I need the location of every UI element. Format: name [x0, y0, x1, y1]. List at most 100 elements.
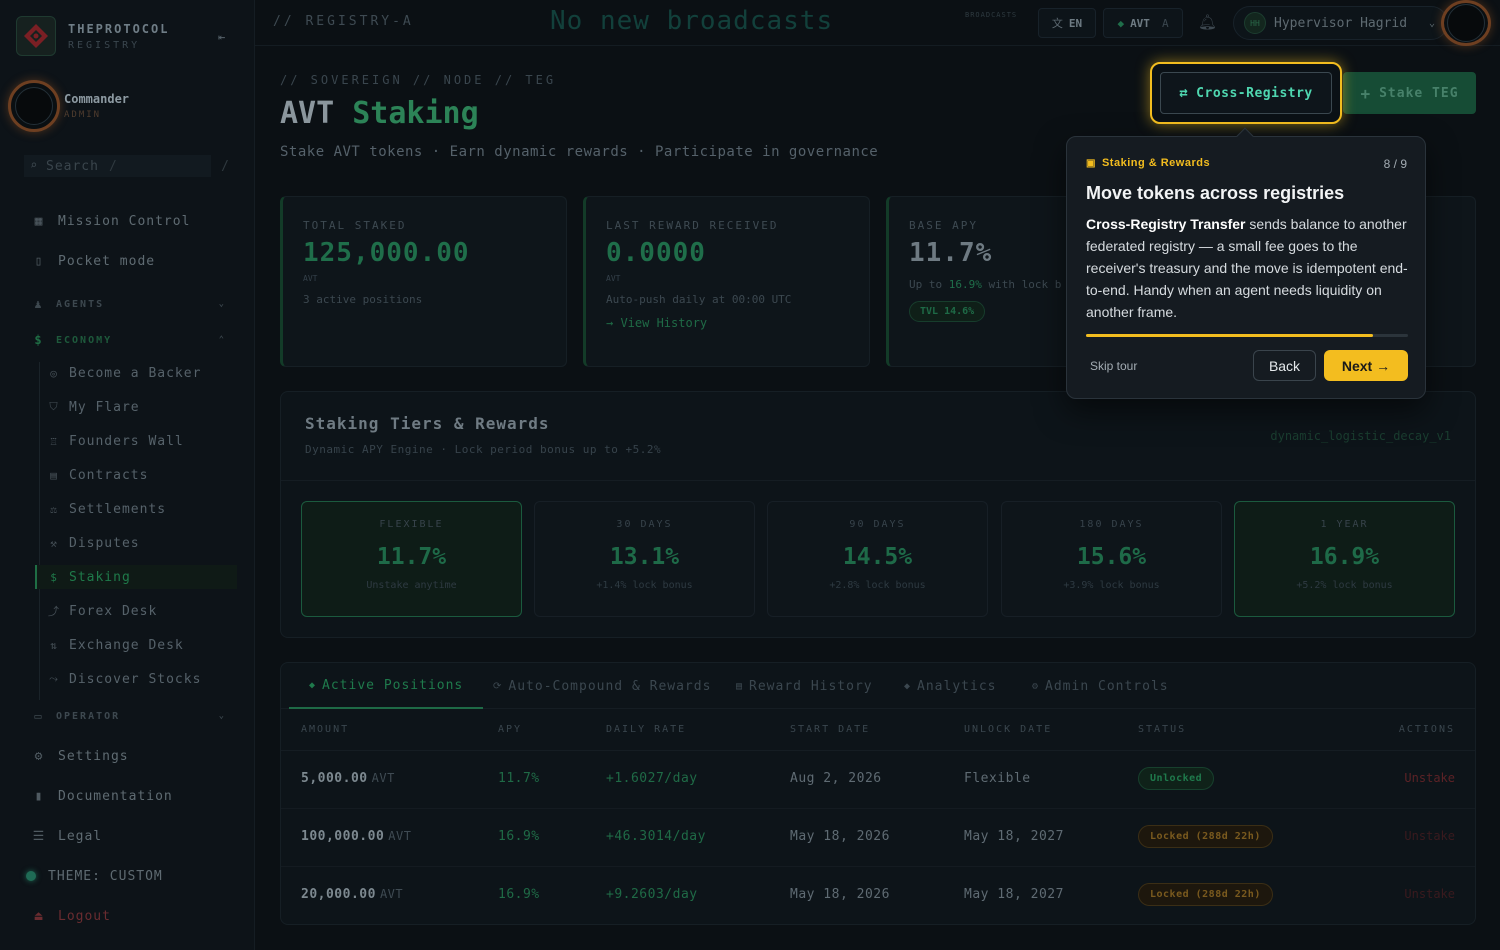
- section-label: ECONOMY: [56, 334, 113, 346]
- amount-value: 100,000.00: [301, 829, 385, 844]
- column-header: AMOUNT: [301, 724, 350, 735]
- language-selector[interactable]: 文 EN: [1038, 8, 1096, 38]
- tier-1-year[interactable]: 1 YEAR 16.9% +5.2% lock bonus: [1234, 501, 1455, 617]
- tab-active-positions[interactable]: ◆ Active Positions: [289, 663, 484, 709]
- gavel-icon: ⚒: [50, 536, 58, 550]
- amount-value: 20,000.00: [301, 887, 376, 902]
- skip-tour-button[interactable]: Skip tour: [1090, 359, 1137, 373]
- tab-analytics[interactable]: ◆ Analytics: [904, 663, 996, 709]
- nav-label: Forex Desk: [69, 603, 158, 619]
- cross-registry-button[interactable]: ⇄ Cross-Registry: [1160, 72, 1332, 114]
- nav-exchange-desk[interactable]: ⇅ Exchange Desk: [47, 633, 237, 657]
- section-operator[interactable]: ▭ OPERATOR ⌄: [30, 708, 226, 724]
- chevron-down-icon: ⌄: [218, 299, 226, 309]
- nav-legal[interactable]: ☰ Legal: [30, 826, 230, 846]
- user-menu[interactable]: HH Hypervisor Hagrid ⌄: [1233, 6, 1448, 40]
- tier-name: 30 DAYS: [616, 519, 673, 530]
- rate-cell: +9.2603/day: [606, 887, 698, 902]
- tier-180-days[interactable]: 180 DAYS 15.6% +3.9% lock bonus: [1001, 501, 1222, 617]
- logout-button[interactable]: ⏏ Logout: [30, 906, 230, 926]
- plus-icon: +: [1360, 83, 1372, 103]
- tier-name: 90 DAYS: [849, 519, 906, 530]
- translate-icon: 文: [1051, 17, 1063, 30]
- tab-reward-history[interactable]: ▤ Reward History: [736, 663, 873, 709]
- view-history-link[interactable]: → View History: [606, 316, 869, 330]
- nav-mission-control[interactable]: ▦ Mission Control: [30, 211, 230, 231]
- nav-documentation[interactable]: ▮ Documentation: [30, 786, 230, 806]
- nav-my-flare[interactable]: ⛉ My Flare: [47, 395, 237, 419]
- search-input[interactable]: ⌕ Search /: [24, 155, 212, 177]
- nav-label: Become a Backer: [69, 365, 202, 381]
- box-icon: ▣: [1086, 157, 1096, 169]
- tour-title: Move tokens across registries: [1086, 183, 1345, 203]
- brand[interactable]: THEPROTOCOL REGISTRY: [16, 16, 169, 56]
- unstake-button[interactable]: Unstake: [1404, 771, 1455, 785]
- table-row: 100,000.00 AVT 16.9% +46.3014/day May 18,…: [281, 809, 1475, 867]
- legal-icon: ☰: [32, 828, 46, 844]
- tab-admin-controls[interactable]: ⚙ Admin Controls: [1032, 663, 1169, 709]
- currency-selector[interactable]: ◆ AVT A: [1103, 8, 1183, 38]
- nav-settlements[interactable]: ⚖ Settlements: [47, 497, 237, 521]
- section-economy[interactable]: $ ECONOMY ⌃: [30, 332, 226, 348]
- tvl-badge: TVL 14.6%: [909, 301, 986, 322]
- transfer-icon: ⇄: [1179, 85, 1189, 101]
- search-shortcut-key: /: [221, 158, 230, 174]
- stat-unit: AVT: [303, 274, 318, 283]
- tour-popover: ▣ Staking & Rewards 8 / 9 Move tokens acr…: [1066, 127, 1426, 399]
- stake-teg-button[interactable]: + Stake TEG: [1343, 72, 1476, 114]
- nav-settings[interactable]: ⚙ Settings: [30, 746, 230, 766]
- section-agents[interactable]: ♟ AGENTS ⌄: [30, 296, 226, 312]
- nav-label: Documentation: [58, 788, 173, 804]
- search-icon: ⌕: [30, 158, 39, 172]
- start-date-cell: May 18, 2026: [790, 887, 890, 902]
- currency-suffix: A: [1161, 16, 1169, 30]
- nav-label: Founders Wall: [69, 433, 184, 449]
- nav-forex-desk[interactable]: ⤴ Forex Desk: [47, 599, 237, 623]
- tier-flexible[interactable]: FLEXIBLE 11.7% Unstake anytime: [301, 501, 522, 617]
- brand-sub: REGISTRY: [68, 39, 141, 51]
- note-part: Up to: [909, 278, 943, 291]
- tier-note: +2.8% lock bonus: [829, 580, 926, 591]
- amount-cell: 100,000.00 AVT: [301, 829, 411, 844]
- nav-label: Pocket mode: [58, 253, 156, 269]
- amount-value: 5,000.00: [301, 771, 368, 786]
- amount-unit: AVT: [371, 771, 395, 785]
- scale-icon: ⚖: [50, 502, 58, 516]
- broadcast-ticker[interactable]: No new broadcasts: [550, 6, 833, 36]
- unstake-button[interactable]: Unstake: [1404, 829, 1455, 843]
- bell-icon[interactable]: 🔔︎: [1198, 13, 1217, 31]
- tier-apy: 13.1%: [609, 544, 680, 570]
- nav-disputes[interactable]: ⚒ Disputes: [47, 531, 237, 555]
- tour-back-button[interactable]: Back: [1253, 350, 1316, 381]
- nav-founders-wall[interactable]: ♖ Founders Wall: [47, 429, 237, 453]
- exchange-icon: ⇅: [50, 638, 58, 652]
- tab-label: Active Positions: [322, 677, 464, 693]
- nav-discover-stocks[interactable]: ⤳ Discover Stocks: [47, 667, 237, 691]
- tier-30-days[interactable]: 30 DAYS 13.1% +1.4% lock bonus: [534, 501, 755, 617]
- theme-toggle[interactable]: THEME: CUSTOM: [26, 866, 226, 886]
- diamond-icon: ◆: [904, 680, 912, 692]
- brand-name: THEPROTOCOL: [68, 21, 170, 36]
- chart-icon: ⤳: [49, 672, 59, 685]
- nav-staking[interactable]: $ Staking: [35, 565, 237, 589]
- nav-become-backer[interactable]: ◎ Become a Backer: [47, 361, 237, 385]
- unlock-date-cell: Flexible: [964, 771, 1031, 786]
- top-avatar[interactable]: [1440, 0, 1492, 46]
- tiers-title: Staking Tiers & Rewards: [305, 414, 550, 433]
- nav-contracts[interactable]: ▤ Contracts: [47, 463, 237, 487]
- theme-label: THEME: CUSTOM: [48, 868, 163, 884]
- collapse-sidebar-icon[interactable]: ⇤: [218, 30, 225, 44]
- tour-next-button[interactable]: Next →: [1324, 350, 1408, 381]
- stat-value: 0.0000: [606, 238, 706, 268]
- column-header: UNLOCK DATE: [964, 724, 1053, 735]
- column-header: DAILY RATE: [606, 724, 687, 735]
- user-block[interactable]: Commander ADMIN: [8, 80, 129, 132]
- tier-note: +5.2% lock bonus: [1296, 580, 1393, 591]
- nav-label: Mission Control: [58, 213, 191, 229]
- tier-90-days[interactable]: 90 DAYS 14.5% +2.8% lock bonus: [767, 501, 988, 617]
- status-badge: Locked (288d 22h): [1138, 883, 1273, 906]
- tab-auto-compound[interactable]: ⟳ Auto-Compound & Rewards: [493, 663, 711, 709]
- nav-pocket-mode[interactable]: ▯ Pocket mode: [30, 251, 230, 271]
- currency-label: AVT: [1130, 16, 1150, 30]
- unstake-button[interactable]: Unstake: [1404, 887, 1455, 901]
